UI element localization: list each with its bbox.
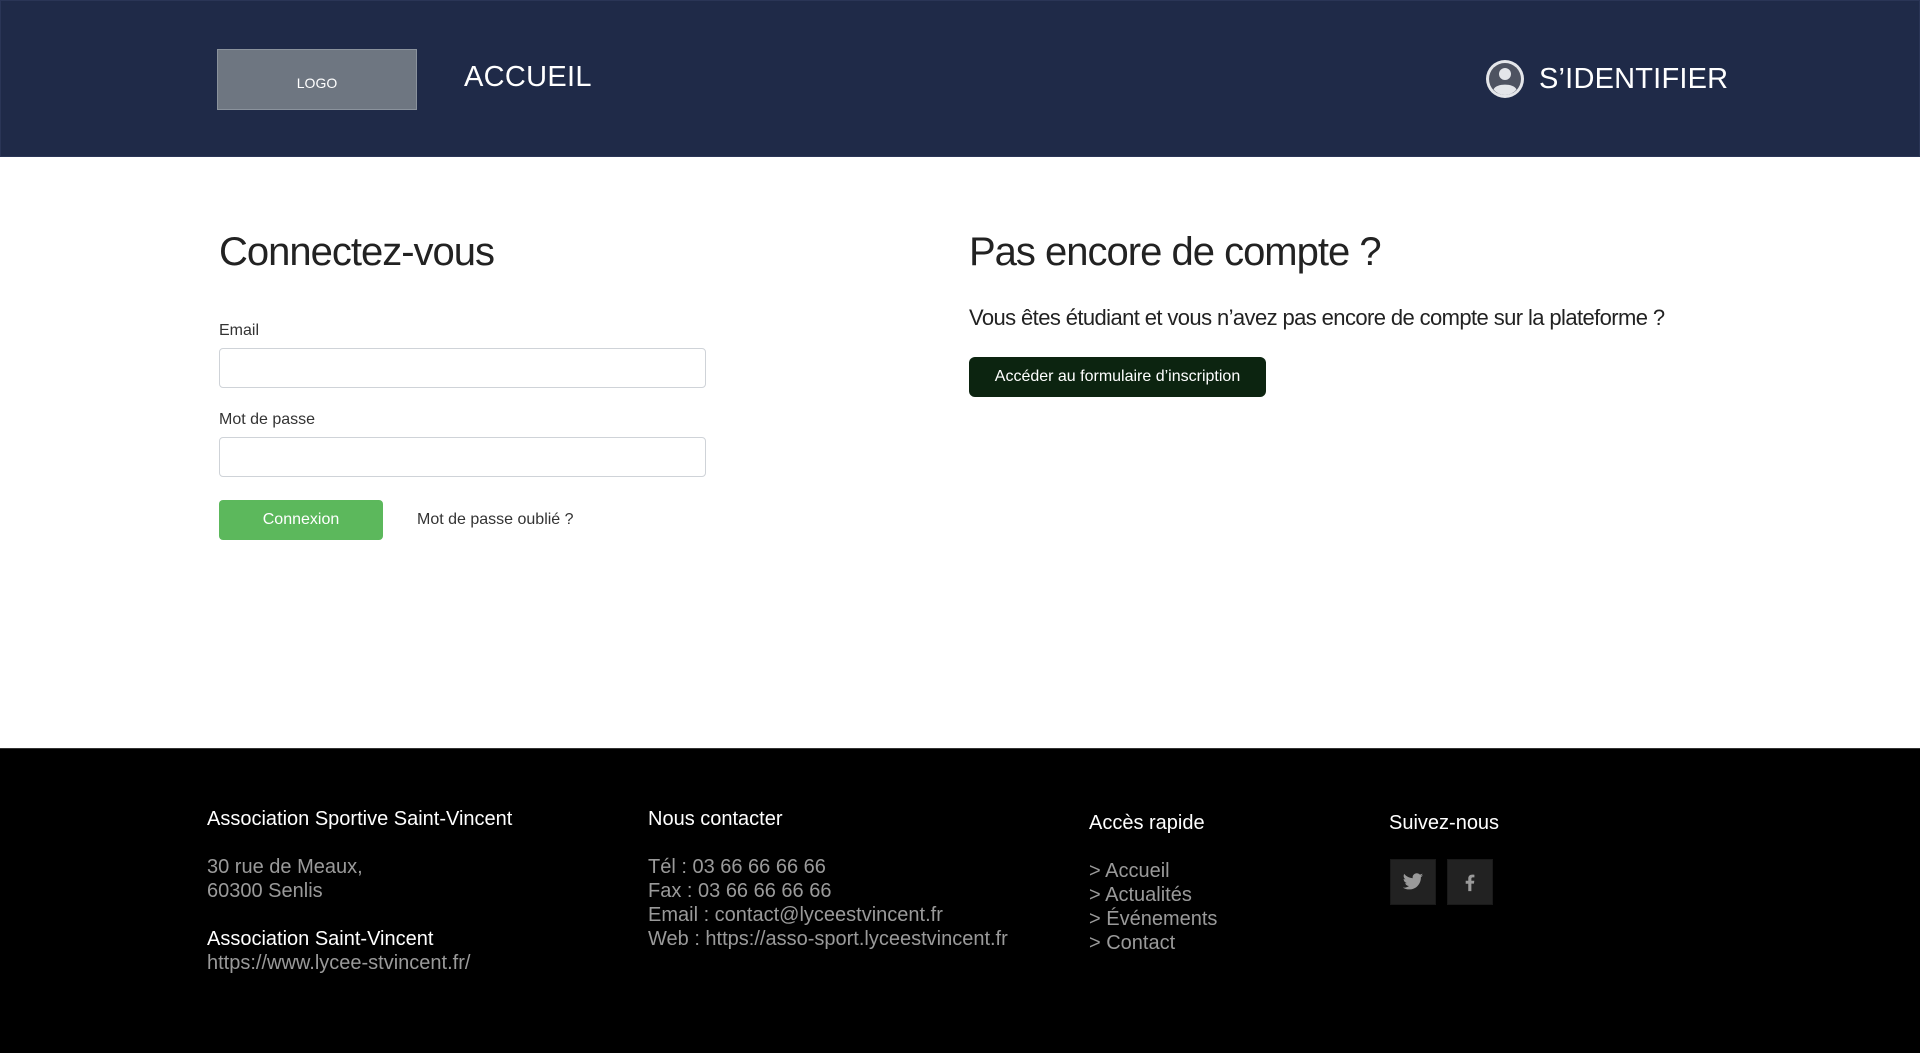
twitter-icon xyxy=(1402,873,1424,890)
footer-quick-access-heading: Accès rapide xyxy=(1089,812,1205,834)
login-link-label: S’IDENTIFIER xyxy=(1539,62,1729,95)
password-label: Mot de passe xyxy=(219,411,316,428)
login-title: Connectez-vous xyxy=(219,230,495,274)
facebook-button[interactable] xyxy=(1447,859,1493,905)
register-title: Pas encore de compte ? xyxy=(969,230,1382,274)
footer-email[interactable]: Email : contact@lyceestvincent.fr xyxy=(648,903,1008,927)
footer-web[interactable]: Web : https://asso-sport.lyceestvincent.… xyxy=(648,927,1008,951)
register-text: Vous êtes étudiant et vous n’avez pas en… xyxy=(969,305,1665,330)
email-input[interactable] xyxy=(219,348,706,388)
footer-follow-heading: Suivez-nous xyxy=(1389,812,1500,834)
footer-link-actualites[interactable]: > Actualités xyxy=(1089,883,1217,907)
footer-follow: Suivez-nous xyxy=(1389,811,1499,835)
login-link[interactable]: S’IDENTIFIER xyxy=(1485,59,1728,99)
site-footer: Association Sportive Saint-Vincent 30 ru… xyxy=(0,748,1920,1053)
register-form-button[interactable]: Accéder au formulaire d’inscription xyxy=(969,357,1266,397)
footer-link-accueil[interactable]: > Accueil xyxy=(1089,859,1217,883)
facebook-icon xyxy=(1465,874,1475,892)
email-label: Email xyxy=(219,322,260,339)
footer-link-evenements[interactable]: > Événements xyxy=(1089,907,1217,931)
twitter-button[interactable] xyxy=(1390,859,1436,905)
footer-quick-access: Accès rapide > Accueil > Actualités > Év… xyxy=(1089,811,1217,955)
forgot-password-link[interactable]: Mot de passe oublié ? xyxy=(417,511,574,529)
footer-contact: Nous contacter Tél : 03 66 66 66 66 Fax … xyxy=(648,807,1008,951)
user-account-icon xyxy=(1486,60,1524,98)
footer-association: Association Sportive Saint-Vincent 30 ru… xyxy=(207,807,512,975)
nav-home-link[interactable]: ACCUEIL xyxy=(464,61,592,94)
footer-address-line1: 30 rue de Meaux, xyxy=(207,856,363,878)
site-header: LOGO ACCUEIL S’IDENTIFIER xyxy=(0,0,1920,157)
footer-association-heading: Association Sportive Saint-Vincent xyxy=(207,808,513,830)
footer-contact-heading: Nous contacter xyxy=(648,808,783,830)
login-button[interactable]: Connexion xyxy=(219,500,383,540)
logo-text: LOGO xyxy=(296,74,338,91)
logo[interactable]: LOGO xyxy=(217,49,417,110)
password-input[interactable] xyxy=(219,437,706,477)
footer-link-contact[interactable]: > Contact xyxy=(1089,931,1217,955)
footer-site-name: Association Saint-Vincent xyxy=(207,928,434,950)
footer-site-url[interactable]: https://www.lycee-stvincent.fr/ xyxy=(207,951,512,975)
footer-phone: Tél : 03 66 66 66 66 xyxy=(648,856,826,878)
footer-address-line2: 60300 Senlis xyxy=(207,880,323,902)
footer-fax: Fax : 03 66 66 66 66 xyxy=(648,880,832,902)
